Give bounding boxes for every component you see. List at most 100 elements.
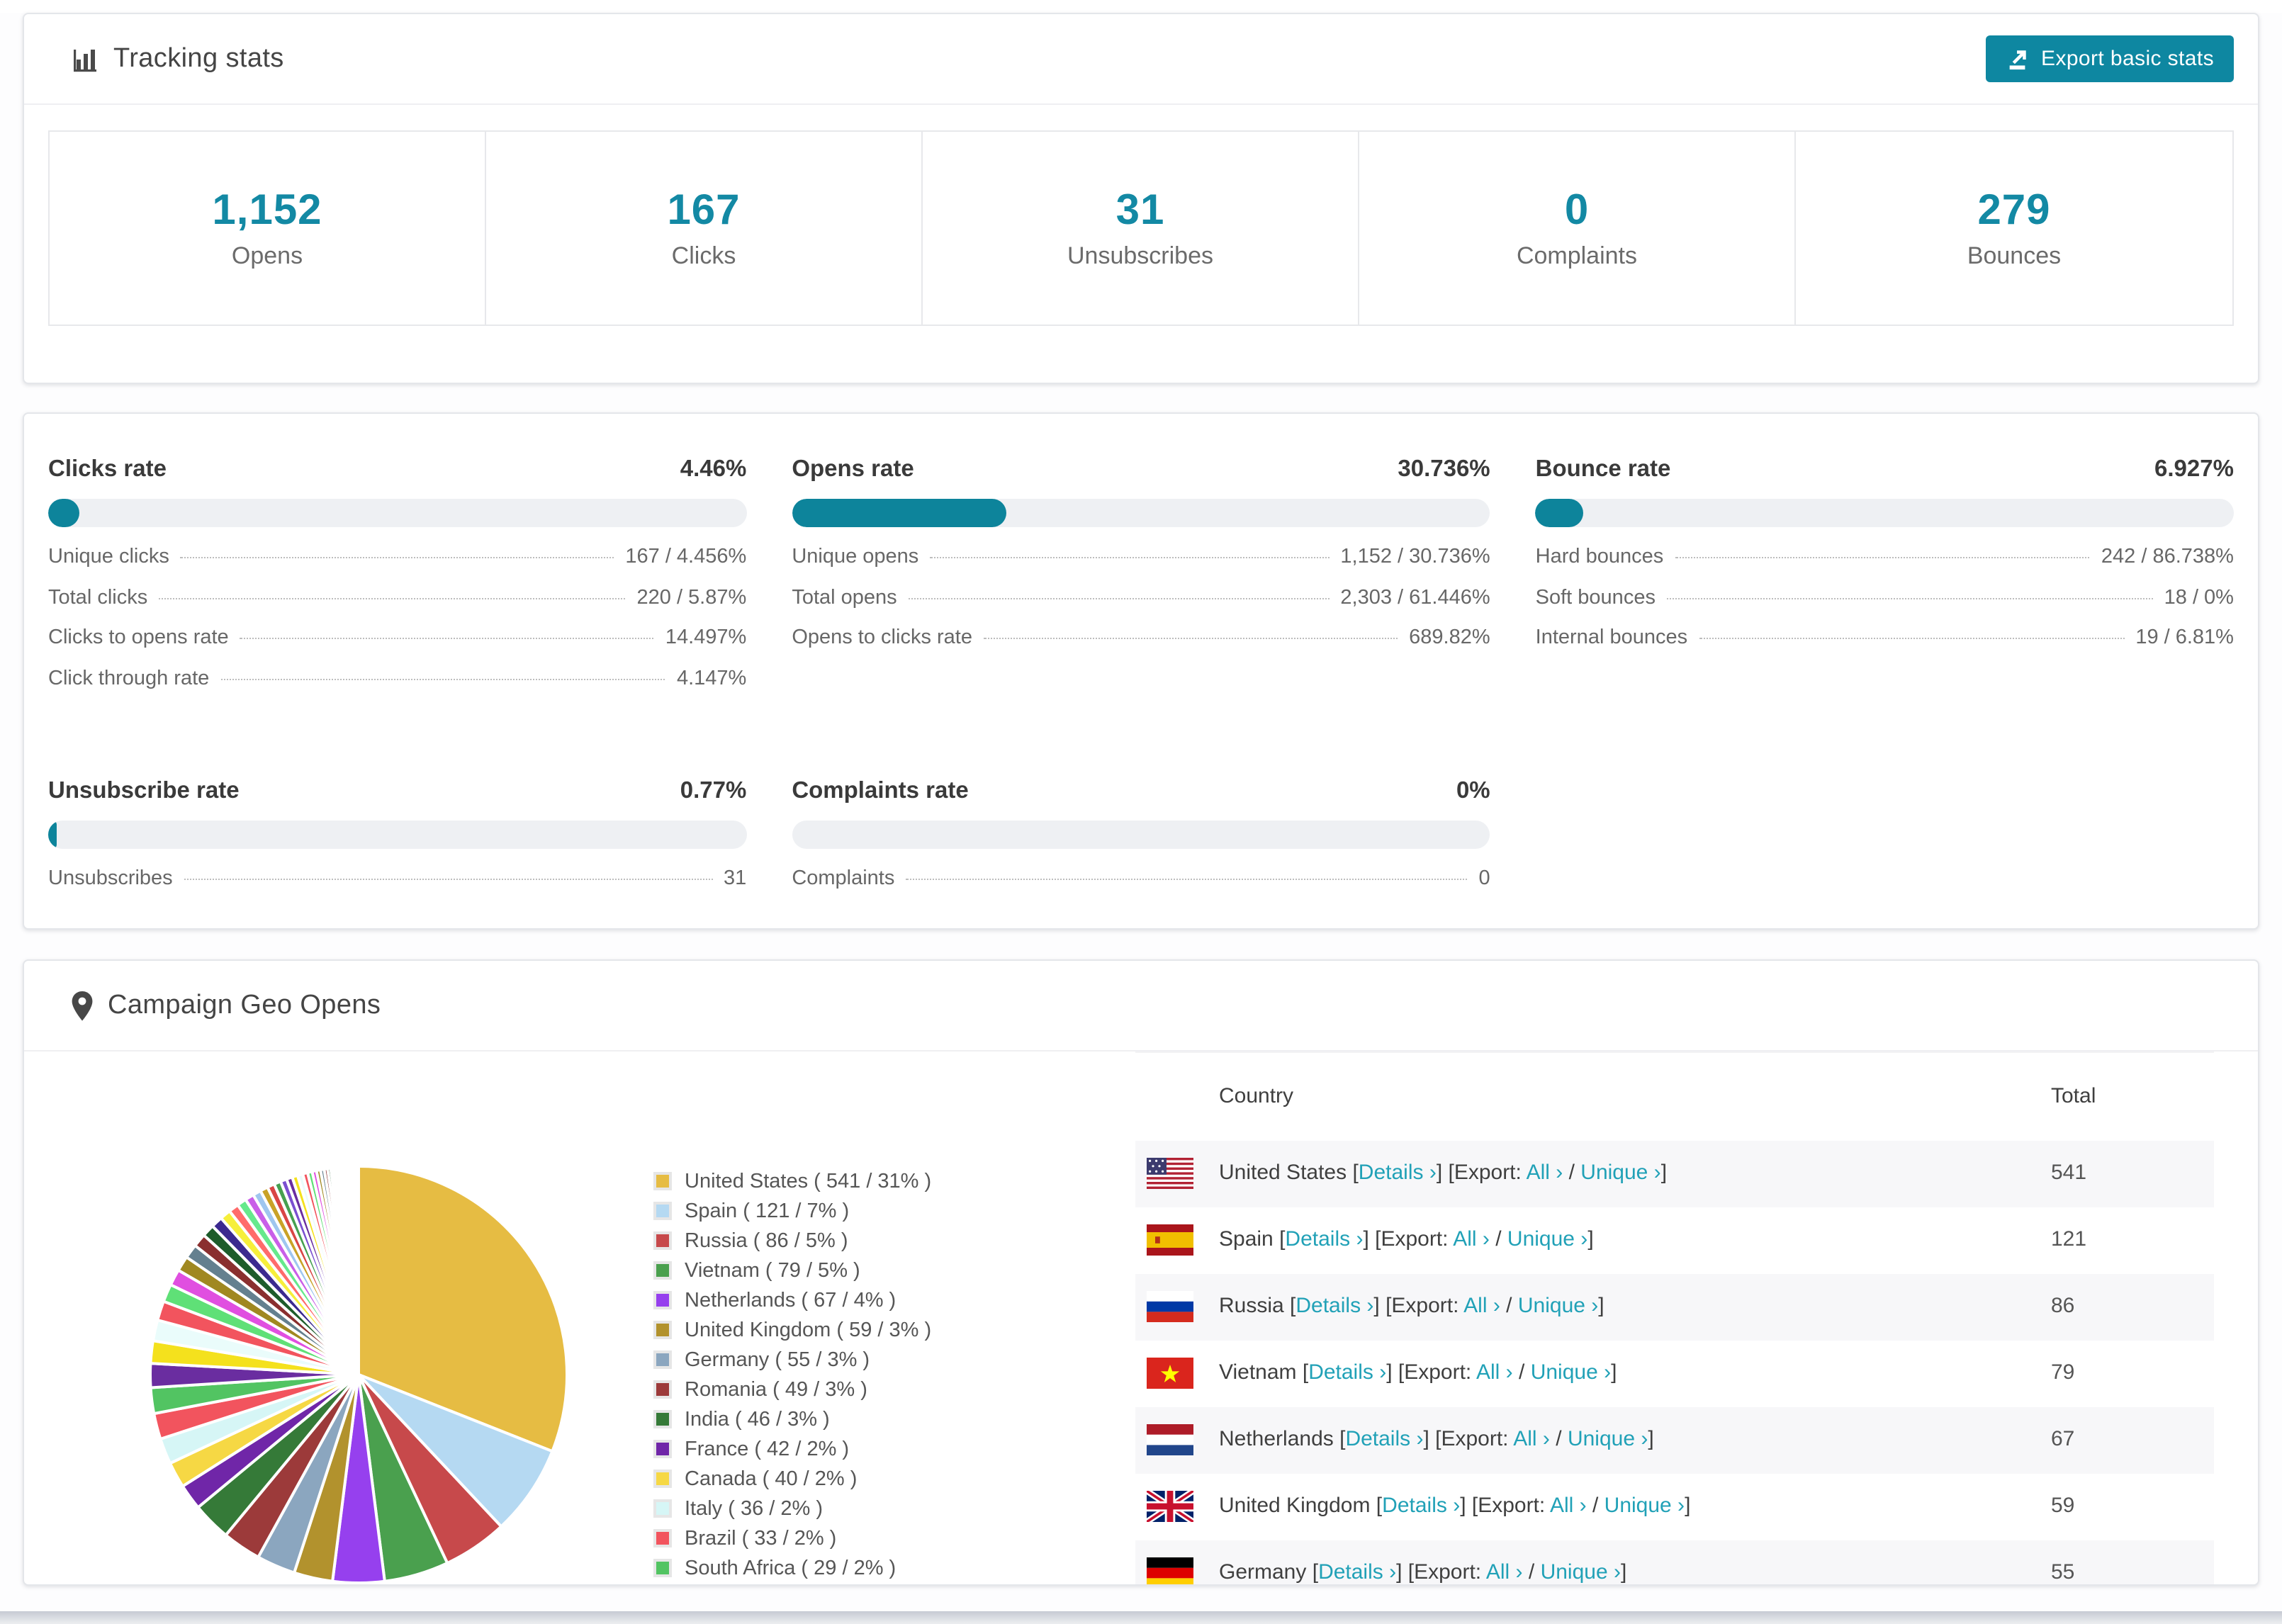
details-link[interactable]: Details › xyxy=(1308,1360,1386,1385)
rates-card: Clicks rate 4.46% Unique clicks 167 / 4.… xyxy=(23,412,2259,930)
rate-row-value: 689.82% xyxy=(1409,626,1490,649)
rate-row: Total opens 2,303 / 61.446% xyxy=(792,586,1490,626)
legend-label: United States ( 541 / 31% ) xyxy=(685,1170,932,1192)
details-link[interactable]: Details › xyxy=(1285,1227,1363,1251)
details-link[interactable]: Details › xyxy=(1295,1294,1373,1318)
rate-row-label: Unique opens xyxy=(792,546,919,568)
export-unique-link[interactable]: Unique › xyxy=(1518,1294,1598,1318)
dotted-leader xyxy=(1675,557,2090,558)
rate-row: Total clicks 220 / 5.87% xyxy=(48,586,746,626)
dotted-leader xyxy=(184,879,713,880)
legend-label: Italy ( 36 / 2% ) xyxy=(685,1497,824,1520)
country-cell: Germany [Details ›] [Export: All › / Uni… xyxy=(1219,1560,1627,1584)
details-link[interactable]: Details › xyxy=(1382,1494,1460,1518)
column-header-country: Country xyxy=(1219,1084,1294,1108)
geo-table-row: Russia [Details ›] [Export: All › / Uniq… xyxy=(1135,1274,2214,1341)
rate-row: Click through rate 4.147% xyxy=(48,667,746,707)
legend-item: Netherlands ( 67 / 4% ) xyxy=(653,1285,931,1315)
legend-label: Brazil ( 33 / 2% ) xyxy=(685,1527,837,1550)
export-unique-link[interactable]: Unique › xyxy=(1507,1227,1587,1251)
rate-section: Clicks rate 4.46% Unique clicks 167 / 4.… xyxy=(48,456,747,707)
export-unique-link[interactable]: Unique › xyxy=(1580,1161,1660,1185)
flag-es-icon xyxy=(1147,1224,1193,1256)
flag-us-icon xyxy=(1147,1158,1193,1189)
export-basic-stats-button[interactable]: Export basic stats xyxy=(1986,35,2234,82)
rate-row-value: 31 xyxy=(724,867,747,890)
export-all-link[interactable]: All › xyxy=(1486,1560,1523,1584)
rate-row-value: 220 / 5.87% xyxy=(636,586,747,609)
legend-label: Canada ( 40 / 2% ) xyxy=(685,1467,858,1490)
legend-swatch xyxy=(653,1291,672,1309)
dotted-leader xyxy=(908,597,1330,599)
export-all-link[interactable]: All › xyxy=(1453,1227,1490,1251)
legend-swatch xyxy=(653,1202,672,1220)
rate-title: Bounce rate xyxy=(1535,456,1671,482)
details-link[interactable]: Details › xyxy=(1359,1161,1437,1185)
legend-item: United States ( 541 / 31% ) xyxy=(653,1166,931,1196)
rate-title: Opens rate xyxy=(792,456,914,482)
tracking-stats-card: Tracking stats Export basic stats 1,152 … xyxy=(23,13,2259,384)
export-all-link[interactable]: All › xyxy=(1513,1427,1550,1451)
export-unique-link[interactable]: Unique › xyxy=(1531,1360,1611,1385)
summary-stat-clicks: 167 Clicks xyxy=(486,132,923,325)
rate-row-label: Clicks to opens rate xyxy=(48,626,229,649)
country-cell: United Kingdom [Details ›] [Export: All … xyxy=(1219,1494,1691,1518)
dashboard: Tracking stats Export basic stats 1,152 … xyxy=(0,13,2282,1624)
total-cell: 55 xyxy=(2051,1560,2075,1584)
rate-progress-bar xyxy=(792,499,1490,527)
dotted-leader xyxy=(1666,597,2153,599)
details-link[interactable]: Details › xyxy=(1318,1560,1396,1584)
legend-swatch xyxy=(653,1470,672,1488)
legend-swatch xyxy=(653,1261,672,1280)
dotted-leader xyxy=(180,557,614,558)
rate-row-label: Total opens xyxy=(792,586,897,609)
legend-swatch xyxy=(653,1172,672,1190)
rate-row: Soft bounces 18 / 0% xyxy=(1536,586,2234,626)
dotted-leader xyxy=(930,557,1330,558)
geo-content: United States ( 541 / 31% ) Spain ( 121 … xyxy=(24,1051,2258,1584)
legend-item: South Africa ( 29 / 2% ) xyxy=(653,1553,931,1583)
stat-value: 167 xyxy=(667,186,741,233)
stat-label: Complaints xyxy=(1516,242,1638,269)
geo-opens-card: Campaign Geo Opens United States ( 541 /… xyxy=(23,959,2259,1586)
export-unique-link[interactable]: Unique › xyxy=(1604,1494,1685,1518)
legend-item: France ( 42 / 2% ) xyxy=(653,1434,931,1464)
details-link[interactable]: Details › xyxy=(1345,1427,1423,1451)
legend-swatch xyxy=(653,1350,672,1369)
rate-row: Complaints 0 xyxy=(792,867,1490,908)
export-unique-link[interactable]: Unique › xyxy=(1541,1560,1621,1584)
summary-stats: 1,152 Opens 167 Clicks 31 Unsubscribes 0… xyxy=(48,130,2234,326)
rate-row-value: 19 / 6.81% xyxy=(2135,626,2234,649)
geo-table-row: United States [Details ›] [Export: All ›… xyxy=(1135,1141,2214,1207)
export-all-link[interactable]: All › xyxy=(1476,1360,1513,1385)
page-title-text: Tracking stats xyxy=(113,43,284,73)
geo-title: Campaign Geo Opens xyxy=(71,990,381,1021)
dotted-leader xyxy=(159,597,626,599)
rate-row-label: Hard bounces xyxy=(1535,546,1664,568)
dotted-leader xyxy=(240,638,654,639)
total-cell: 541 xyxy=(2051,1161,2087,1185)
summary-stat-unsubscribes: 31 Unsubscribes xyxy=(923,132,1359,325)
stat-label: Opens xyxy=(231,242,303,269)
flag-nl-icon xyxy=(1147,1424,1193,1455)
tracking-stats-header: Tracking stats Export basic stats xyxy=(24,14,2258,105)
geo-pie-chart xyxy=(146,1162,571,1584)
geo-table-row: Germany [Details ›] [Export: All › / Uni… xyxy=(1135,1540,2214,1584)
rates-grid: Clicks rate 4.46% Unique clicks 167 / 4.… xyxy=(24,414,2258,922)
summary-stat-opens: 1,152 Opens xyxy=(50,132,486,325)
rate-value: 4.46% xyxy=(680,456,747,482)
legend-item: Brazil ( 33 / 2% ) xyxy=(653,1523,931,1553)
export-unique-link[interactable]: Unique › xyxy=(1568,1427,1648,1451)
export-all-link[interactable]: All › xyxy=(1527,1161,1563,1185)
export-all-link[interactable]: All › xyxy=(1550,1494,1587,1518)
rate-row-value: 18 / 0% xyxy=(2164,586,2234,609)
rate-value: 0.77% xyxy=(680,778,747,803)
legend-item: Spain ( 121 / 7% ) xyxy=(653,1196,931,1226)
rate-row-value: 4.147% xyxy=(676,667,747,689)
export-all-link[interactable]: All › xyxy=(1463,1294,1500,1318)
legend-swatch xyxy=(653,1559,672,1577)
geo-opens-header: Campaign Geo Opens xyxy=(24,961,2258,1051)
dotted-leader xyxy=(1699,638,2125,639)
rate-row-value: 14.497% xyxy=(665,626,747,649)
geo-table-row: Vietnam [Details ›] [Export: All › / Uni… xyxy=(1135,1341,2214,1407)
